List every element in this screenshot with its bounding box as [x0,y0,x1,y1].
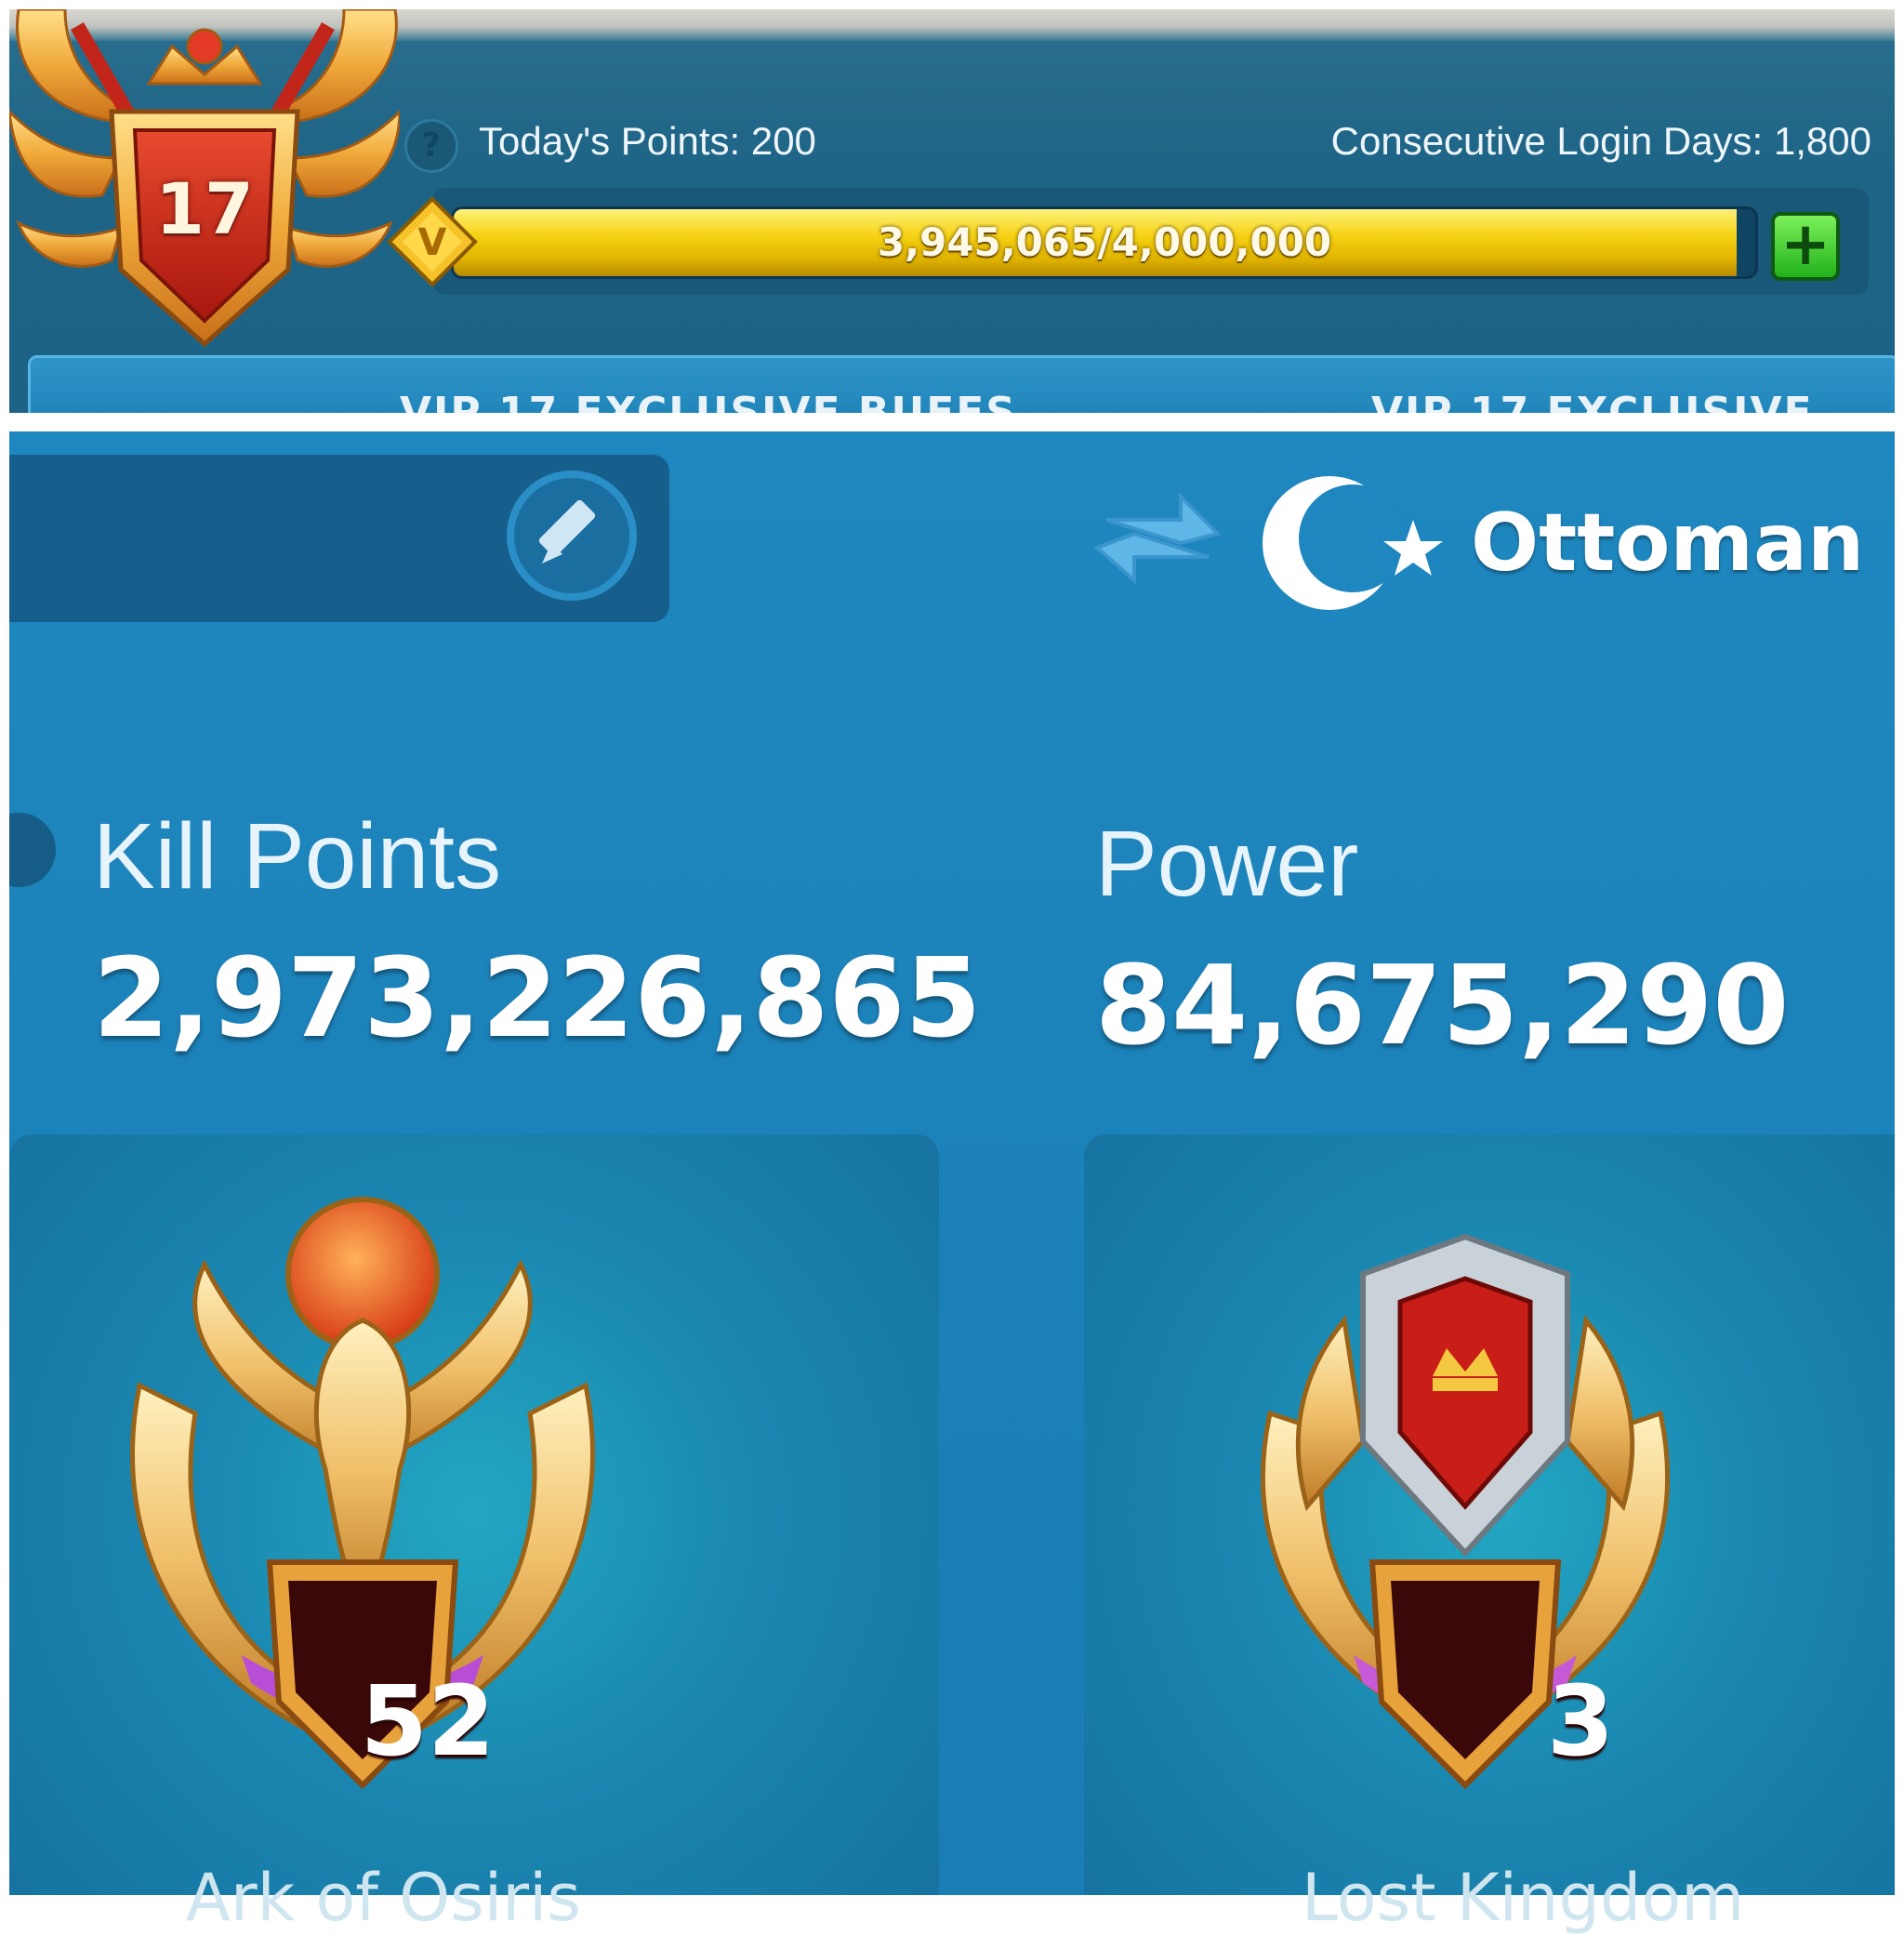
civilization-name: Ottoman E [1471,497,1895,590]
vip-diamond-letter: V [418,221,447,264]
kill-points-help-icon[interactable] [9,813,56,887]
ark-of-osiris-count: 52 [360,1664,496,1778]
consecutive-login-days-text: Consecutive Login Days: 1,800 [1330,119,1871,163]
add-vip-points-button[interactable]: + [1771,212,1840,281]
lost-kingdom-count: 3 [1546,1664,1615,1778]
ark-of-osiris-caption: Ark of Osiris [186,1860,581,1936]
kill-points-value: 2,973,226,865 [93,934,982,1062]
lost-kingdom-medal-icon [1261,1233,1670,1790]
power-value: 84,675,290 [1095,941,1790,1069]
vip-progress-bar: 3,945,065/4,000,000 [451,206,1758,279]
vip-exclusive-chest-tab[interactable]: VIP 17 EXCLUSIVE CH [1371,389,1895,413]
power-label: Power [1095,812,1359,916]
edit-icon[interactable] [507,471,637,601]
vip-panel: 17 ? Today's Points: 200 Consecutive Log… [9,9,1895,413]
vip-exclusive-buffs-tab[interactable]: VIP 17 EXCLUSIVE BUFFS [400,389,1017,413]
ark-of-osiris-medal-icon [130,1197,595,1790]
lost-kingdom-caption: Lost Kingdom [1302,1860,1745,1936]
lost-kingdom-card[interactable] [1084,1134,1895,1895]
vip-diamond-icon: V [387,196,478,287]
kill-points-label: Kill Points [93,804,502,908]
vip-level: 17 [155,167,254,250]
vip-progress-text: 3,945,065/4,000,000 [877,219,1332,265]
switch-civilization-icon[interactable] [1088,469,1227,608]
ark-of-osiris-card[interactable] [9,1134,939,1895]
todays-points-text: Today's Points: 200 [479,119,816,163]
help-icon[interactable]: ? [404,119,458,173]
ottoman-crescent-icon [1263,476,1443,610]
